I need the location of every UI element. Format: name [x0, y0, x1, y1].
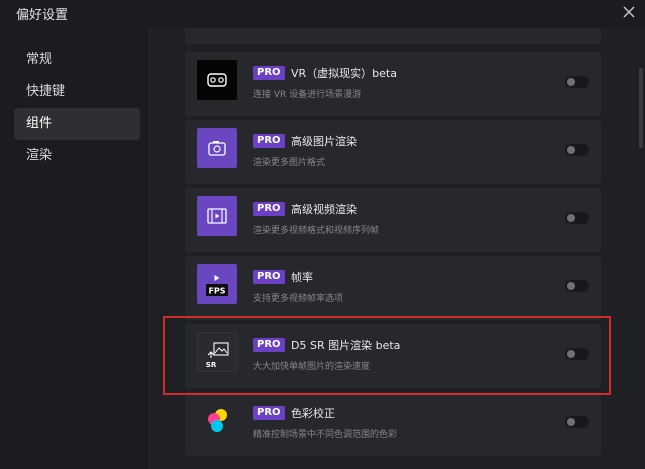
toggle-knob [567, 78, 575, 86]
close-icon [623, 6, 635, 18]
film-icon [197, 196, 237, 236]
pro-badge: PRO [253, 406, 285, 420]
color-correction-toggle[interactable] [565, 416, 589, 428]
sidebar-item-general[interactable]: 常规 [14, 44, 140, 76]
pro-badge: PRO [253, 202, 285, 216]
title-bar: 偏好设置 [0, 0, 645, 28]
card-advanced-image: PRO 高级图片渲染 渲染更多图片格式 [185, 120, 601, 184]
components-panel: PRO VR（虚拟现实）beta 连接 VR 设备进行场景漫游 PRO 高级图片… [151, 28, 645, 469]
sidebar-item-shortcuts[interactable]: 快捷键 [14, 76, 140, 108]
card-vr: PRO VR（虚拟现实）beta 连接 VR 设备进行场景漫游 [185, 52, 601, 116]
card-frame-rate: FPS PRO 帧率 支持更多视频帧率选项 [185, 256, 601, 320]
card-title: VR（虚拟现实）beta [291, 67, 397, 80]
card-advanced-video: PRO 高级视频渲染 渲染更多视频格式和视频序列帧 [185, 188, 601, 252]
scrollbar[interactable] [639, 68, 643, 148]
toggle-knob [567, 214, 575, 222]
vr-headset-icon [197, 60, 237, 100]
card-title: 帧率 [291, 271, 313, 284]
card-description: 支持更多视频帧率选项 [253, 294, 344, 304]
sidebar-item-components[interactable]: 组件 [14, 108, 140, 140]
pro-badge: PRO [253, 134, 285, 148]
card-description: 精准控制场景中不同色调范围的色彩 [253, 430, 398, 440]
card-description: 渲染更多图片格式 [253, 158, 326, 168]
highlight-box [163, 316, 611, 395]
window-title: 偏好设置 [16, 8, 69, 23]
card-title: 高级视频渲染 [291, 203, 357, 216]
vr-toggle[interactable] [565, 76, 589, 88]
advanced-image-toggle[interactable] [565, 144, 589, 156]
sidebar-item-rendering[interactable]: 渲染 [14, 140, 140, 172]
pro-badge: PRO [253, 66, 285, 80]
toggle-knob [567, 418, 575, 426]
close-button[interactable] [619, 2, 639, 22]
camera-icon [197, 128, 237, 168]
card-title: 色彩校正 [291, 407, 335, 420]
fps-icon-text: FPS [208, 287, 225, 296]
toggle-knob [567, 282, 575, 290]
toggle-knob [567, 146, 575, 154]
card-title: 高级图片渲染 [291, 135, 357, 148]
color-wheel-icon [197, 400, 237, 440]
card-description: 渲染更多视频格式和视频序列帧 [253, 226, 380, 236]
advanced-video-toggle[interactable] [565, 212, 589, 224]
card-description: 连接 VR 设备进行场景漫游 [253, 90, 362, 100]
card-color-correction: PRO 色彩校正 精准控制场景中不同色调范围的色彩 [185, 392, 601, 456]
pro-badge: PRO [253, 270, 285, 284]
frame-rate-toggle[interactable] [565, 280, 589, 292]
sidebar: 常规 快捷键 组件 渲染 [0, 28, 150, 469]
card-partial [185, 28, 601, 44]
fps-icon: FPS [197, 264, 237, 304]
